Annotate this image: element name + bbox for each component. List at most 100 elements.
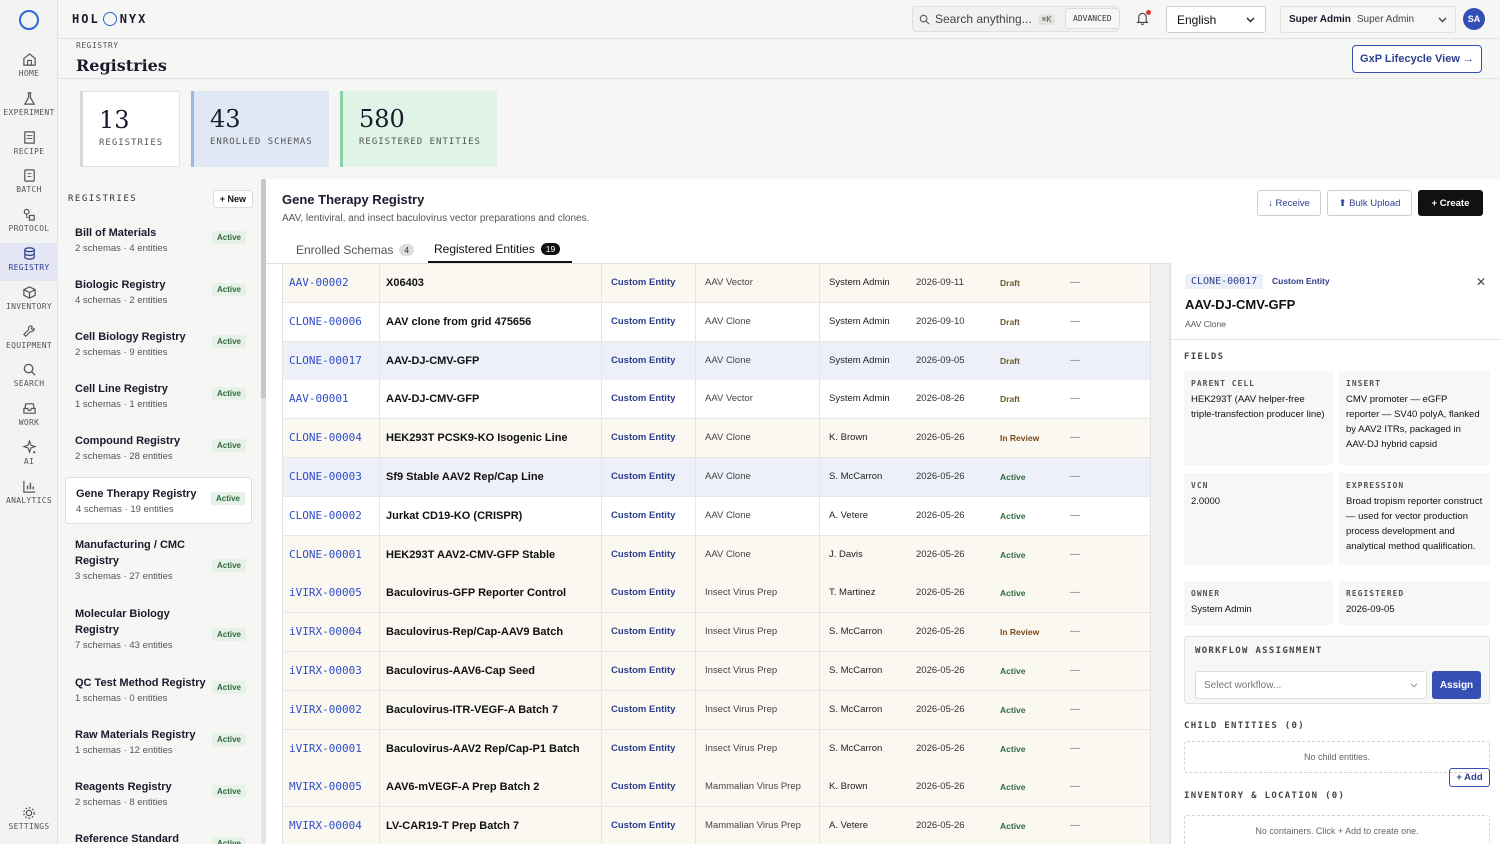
entity-extra: — [1070, 393, 1080, 405]
entity-id-link[interactable]: CLONE-00002 [289, 497, 362, 535]
table-row[interactable]: CLONE-00004 HEK293T PCSK9-KO Isogenic Lin… [283, 419, 1150, 459]
nav-recipe[interactable]: RECIPE [0, 127, 58, 165]
entity-extra: — [1070, 277, 1080, 288]
detail-schema: AAV Clone [1185, 319, 1226, 329]
nav-inventory[interactable]: INVENTORY [0, 282, 58, 320]
entity-id-link[interactable]: AAV-00001 [289, 380, 349, 418]
entity-id-link[interactable]: CLONE-00004 [289, 419, 362, 457]
nav-work[interactable]: WORK [0, 398, 58, 436]
add-inventory-button[interactable]: + Add [1449, 768, 1490, 787]
nav-label: EXPERIMENT [3, 107, 55, 117]
registry-item[interactable]: Bill of Materials 2 schemas · 4 entities A… [65, 217, 252, 262]
table-row[interactable]: iVIRX-00004 Baculovirus-Rep/Cap-AAV9 Batc… [283, 613, 1150, 653]
advanced-search-button[interactable]: ADVANCED [1065, 8, 1120, 29]
tab-enrolled-schemas[interactable]: Enrolled Schemas 4 [290, 237, 420, 263]
new-registry-button[interactable]: + New [212, 190, 253, 208]
registry-title: Gene Therapy Registry [282, 192, 425, 207]
entity-status-badge: Active [1000, 666, 1026, 676]
nav-experiment[interactable]: EXPERIMENT [0, 88, 58, 126]
bulk-upload-button[interactable]: ⬆ Bulk Upload [1327, 190, 1412, 216]
nav-batch[interactable]: BATCH [0, 165, 58, 203]
role-select[interactable]: Super Admin Super Admin [1280, 6, 1456, 33]
child-entities-empty: No child entities. [1184, 741, 1490, 773]
table-row[interactable]: MVIRX-00005 AAV6-mVEGF-A Prep Batch 2 Cust… [283, 768, 1150, 808]
workflow-select[interactable]: Select workflow... [1195, 671, 1427, 699]
registry-item[interactable]: Biologic Registry 4 schemas · 2 entities A… [65, 269, 252, 314]
registry-item[interactable]: Manufacturing / CMC Registry 3 schemas · … [65, 529, 252, 590]
entity-extra: — [1070, 587, 1080, 599]
registry-item[interactable]: Reference Standard Active [65, 823, 252, 844]
language-select[interactable]: English [1166, 6, 1266, 33]
nav-settings[interactable]: SETTINGS [0, 806, 58, 844]
entity-id-link[interactable]: CLONE-00017 [289, 342, 362, 380]
detail-entity-id[interactable]: CLONE-00017 [1185, 274, 1264, 289]
tab-registered-entities[interactable]: Registered Entities 19 [428, 237, 572, 263]
nav-home[interactable]: HOME [0, 49, 58, 87]
user-avatar[interactable]: SA [1463, 8, 1485, 30]
table-row[interactable]: iVIRX-00003 Baculovirus-AAV6-Cap Seed Cust… [283, 652, 1150, 691]
stat-card-registries: 13 REGISTRIES [80, 91, 180, 167]
table-row[interactable]: iVIRX-00002 Baculovirus-ITR-VEGF-A Batch … [283, 690, 1150, 730]
table-row[interactable]: AAV-00001 AAV-DJ-CMV-GFP Custom Entity AAV … [283, 380, 1150, 420]
entity-id-link[interactable]: iVIRX-00001 [289, 730, 362, 768]
inventory-heading: INVENTORY & LOCATION (0) [1184, 791, 1346, 801]
table-row[interactable]: CLONE-00003 Sf9 Stable AAV2 Rep/Cap Line C… [283, 458, 1150, 497]
entity-id-link[interactable]: AAV-00002 [289, 264, 349, 302]
gear-icon [23, 807, 35, 819]
breadcrumb[interactable]: REGISTRY [76, 41, 119, 50]
registry-main-panel: Gene Therapy Registry AAV, lentiviral, a… [266, 179, 1500, 844]
field-value: System Admin [1191, 604, 1252, 615]
gxp-lifecycle-view-button[interactable]: GxP Lifecycle View → [1352, 45, 1482, 73]
registry-name: Reference Standard [75, 833, 179, 844]
table-row[interactable]: CLONE-00002 Jurkat CD19-KO (CRISPR) Custom… [283, 496, 1150, 536]
top-bar: HOL NYX Search anything... ⌘K ADVANCED E… [58, 0, 1500, 39]
registry-meta: 2 schemas · 4 entities [75, 243, 168, 254]
table-row[interactable]: CLONE-00017 AAV-DJ-CMV-GFP Custom Entity AA… [283, 341, 1150, 381]
app-logo-icon[interactable] [19, 10, 39, 30]
entity-id-link[interactable]: iVIRX-00004 [289, 613, 362, 651]
nav-protocol[interactable]: PROTOCOL [0, 204, 58, 242]
registry-description: AAV, lentiviral, and insect baculovirus … [282, 213, 590, 224]
table-row[interactable]: iVIRX-00001 Baculovirus-AAV2 Rep/Cap-P1 B… [283, 729, 1150, 769]
table-row[interactable]: MVIRX-00004 LV-CAR19-T Prep Batch 7 Custom… [283, 807, 1150, 844]
status-badge: Active [210, 492, 245, 505]
table-row[interactable]: CLONE-00006 AAV clone from grid 475656 Cus… [283, 302, 1150, 342]
assign-workflow-button[interactable]: Assign [1432, 671, 1481, 699]
registry-item[interactable]: Cell Line Registry 1 schemas · 1 entities… [65, 373, 252, 418]
registry-item[interactable]: Reagents Registry 2 schemas · 8 entities A… [65, 771, 252, 816]
nav-analytics[interactable]: ANALYTICS [0, 476, 58, 514]
nav-settings-label: SETTINGS [8, 822, 50, 831]
entity-id-link[interactable]: CLONE-00003 [289, 458, 362, 496]
field-key: EXPRESSION [1346, 481, 1405, 490]
table-scrollbar[interactable] [1150, 264, 1169, 844]
registry-item[interactable]: Molecular Biology Registry 7 schemas · 43… [65, 598, 252, 659]
entity-id-link[interactable]: iVIRX-00002 [289, 691, 362, 729]
entity-id-link[interactable]: iVIRX-00003 [289, 652, 362, 690]
stat-label: REGISTRIES [99, 138, 164, 148]
nav-ai[interactable]: AI [0, 437, 58, 475]
entity-id-link[interactable]: iVIRX-00005 [289, 574, 362, 612]
receive-button[interactable]: ↓ Receive [1257, 190, 1321, 216]
registry-item[interactable]: Cell Biology Registry 2 schemas · 9 entit… [65, 321, 252, 366]
entity-type: Custom Entity [611, 587, 676, 599]
registry-item[interactable]: QC Test Method Registry 1 schemas · 0 ent… [65, 667, 252, 712]
entity-id-link[interactable]: CLONE-00001 [289, 536, 362, 574]
close-icon[interactable]: ✕ [1476, 275, 1486, 289]
entity-id-link[interactable]: CLONE-00006 [289, 303, 362, 341]
nav-registry[interactable]: REGISTRY [0, 243, 58, 281]
create-entity-button[interactable]: + Create [1418, 190, 1483, 216]
registry-item[interactable]: Raw Materials Registry 1 schemas · 12 ent… [65, 719, 252, 764]
nav-equipment[interactable]: EQUIPMENT [0, 321, 58, 359]
sparkle-icon [21, 440, 37, 454]
brand-wordmark[interactable]: HOL NYX [72, 12, 147, 26]
notifications-button[interactable] [1136, 10, 1151, 25]
registry-item[interactable]: Gene Therapy Registry 4 schemas · 19 enti… [65, 477, 252, 524]
table-row[interactable]: iVIRX-00005 Baculovirus-GFP Reporter Cont… [283, 574, 1150, 614]
table-row[interactable]: CLONE-00001 HEK293T AAV2-CMV-GFP Stable Cu… [283, 535, 1150, 575]
entity-id-link[interactable]: MVIRX-00005 [289, 768, 362, 806]
nav-search[interactable]: SEARCH [0, 359, 58, 397]
registry-item[interactable]: Compound Registry 2 schemas · 28 entities… [65, 425, 252, 470]
table-row[interactable]: AAV-00002 X06403 Custom Entity AAV Vector Sy… [283, 264, 1150, 303]
field-value: Broad tropism reporter construct — used … [1346, 496, 1483, 552]
entity-id-link[interactable]: MVIRX-00004 [289, 807, 362, 844]
